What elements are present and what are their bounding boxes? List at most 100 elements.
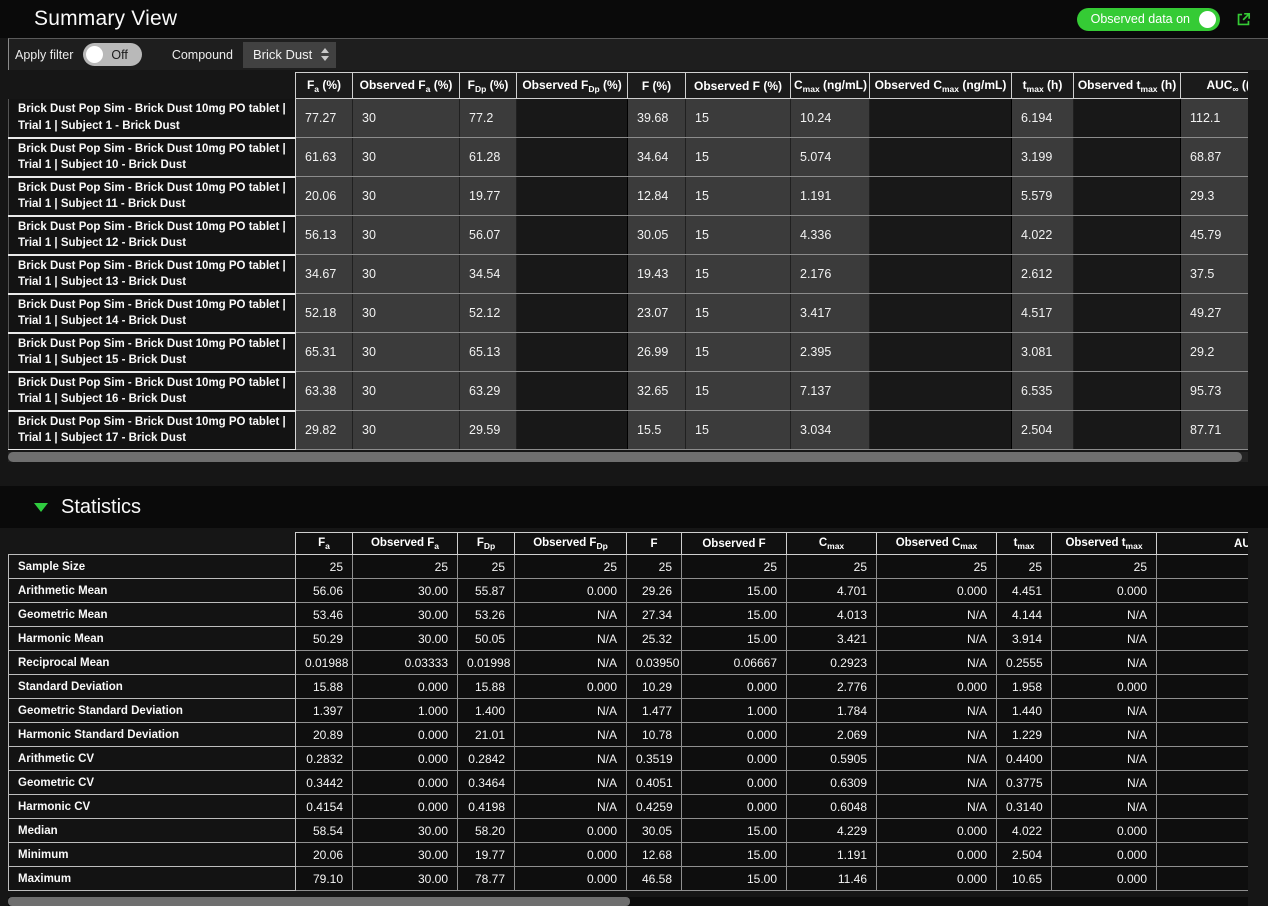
corner-cell — [9, 533, 296, 555]
column-header: AUC∞ ((ng — [1181, 73, 1249, 99]
cell: 19.43 — [628, 255, 686, 294]
cell: 0.000 — [877, 819, 997, 843]
cell: 10.29 — [627, 675, 682, 699]
cell — [1074, 216, 1181, 255]
cell: 1.191 — [791, 177, 870, 216]
table-row: Harmonic Standard Deviation20.890.00021.… — [9, 723, 1249, 747]
cell: N/A — [877, 747, 997, 771]
column-header: tmax — [997, 533, 1052, 555]
cell: 56.07 — [460, 216, 517, 255]
cell: 65.31 — [296, 333, 353, 372]
cell: 0.000 — [682, 675, 787, 699]
cell — [870, 99, 1012, 138]
observed-data-toggle-label: Observed data on — [1091, 12, 1190, 26]
cell: 15 — [686, 99, 791, 138]
cell: 30 — [353, 411, 460, 450]
cell: 0.4051 — [627, 771, 682, 795]
cell: 20.06 — [296, 843, 353, 867]
cell: 4.229 — [787, 819, 877, 843]
cell: 0.06667 — [682, 651, 787, 675]
observed-data-toggle[interactable]: Observed data on — [1077, 8, 1220, 31]
cell — [1074, 138, 1181, 177]
cell — [1157, 867, 1249, 891]
row-label: Geometric Standard Deviation — [9, 699, 296, 723]
cell — [1157, 651, 1249, 675]
table-row: Maximum79.1030.0078.770.00046.5815.0011.… — [9, 867, 1249, 891]
cell: N/A — [877, 795, 997, 819]
column-header: Observed FDp (%) — [517, 73, 628, 99]
cell: 0.6048 — [787, 795, 877, 819]
scrollbar-thumb[interactable] — [8, 452, 1242, 462]
cell: 0.4259 — [627, 795, 682, 819]
cell: 1.440 — [997, 699, 1052, 723]
column-header: Observed F (%) — [686, 73, 791, 99]
table-row: Brick Dust Pop Sim - Brick Dust 10mg PO … — [9, 255, 1249, 294]
cell: N/A — [1052, 747, 1157, 771]
cell: 0.000 — [353, 771, 458, 795]
row-label: Standard Deviation — [9, 675, 296, 699]
cell: 15.00 — [682, 627, 787, 651]
cell: 26.99 — [628, 333, 686, 372]
cell — [1157, 795, 1249, 819]
cell — [517, 372, 628, 411]
cell: 10.78 — [627, 723, 682, 747]
cell: 4.022 — [1012, 216, 1074, 255]
cell: 30 — [353, 216, 460, 255]
table-row: Harmonic CV0.41540.0000.4198N/A0.42590.0… — [9, 795, 1249, 819]
cell: 30 — [353, 99, 460, 138]
cell: 0.000 — [353, 675, 458, 699]
cell: 4.013 — [787, 603, 877, 627]
cell: 0.000 — [877, 843, 997, 867]
cell: 34.64 — [628, 138, 686, 177]
cell: 3.914 — [997, 627, 1052, 651]
cell: 29.3 — [1181, 177, 1249, 216]
row-label: Median — [9, 819, 296, 843]
statistics-header[interactable]: Statistics — [0, 486, 1268, 528]
cell — [870, 333, 1012, 372]
cell: 2.504 — [997, 843, 1052, 867]
cell: 20.89 — [296, 723, 353, 747]
column-header: FDp — [458, 533, 515, 555]
cell: 0.3442 — [296, 771, 353, 795]
apply-filter-toggle[interactable]: Off — [83, 43, 141, 66]
cell: 53.26 — [458, 603, 515, 627]
cell: 25 — [877, 555, 997, 579]
cell: 19.77 — [460, 177, 517, 216]
cell: 46.58 — [627, 867, 682, 891]
cell: 27.34 — [627, 603, 682, 627]
cell: 0.000 — [515, 843, 627, 867]
row-label: Brick Dust Pop Sim - Brick Dust 10mg PO … — [9, 411, 296, 450]
statistics-collapse-icon[interactable] — [34, 503, 48, 512]
cell: 0.000 — [877, 675, 997, 699]
cell: 30 — [353, 177, 460, 216]
cell: 0.3775 — [997, 771, 1052, 795]
cell: N/A — [877, 651, 997, 675]
table-row: Brick Dust Pop Sim - Brick Dust 10mg PO … — [9, 333, 1249, 372]
cell — [517, 294, 628, 333]
cell: 30.00 — [353, 627, 458, 651]
spinner-icon — [321, 48, 329, 61]
cell: 0.01998 — [458, 651, 515, 675]
cell: 49.27 — [1181, 294, 1249, 333]
cell: 25 — [787, 555, 877, 579]
cell: 1.229 — [997, 723, 1052, 747]
scrollbar-thumb[interactable] — [8, 897, 630, 906]
cell: 52.12 — [460, 294, 517, 333]
cell: 15.88 — [458, 675, 515, 699]
cell: 4.336 — [791, 216, 870, 255]
cell: N/A — [1052, 651, 1157, 675]
cell: 112.1 — [1181, 99, 1249, 138]
cell: 0.000 — [682, 747, 787, 771]
cell: 5.579 — [1012, 177, 1074, 216]
column-header: AUC — [1157, 533, 1249, 555]
cell: 0.3519 — [627, 747, 682, 771]
cell: 56.13 — [296, 216, 353, 255]
statistics-table-viewport: FaObserved FaFDpObserved FDpFObserved FC… — [8, 532, 1248, 891]
table-row: Harmonic Mean50.2930.0050.05N/A25.3215.0… — [9, 627, 1249, 651]
cell: 0.000 — [682, 771, 787, 795]
cell: 1.397 — [296, 699, 353, 723]
compound-select[interactable]: Brick Dust — [243, 42, 336, 68]
cell: N/A — [515, 795, 627, 819]
cell: 50.29 — [296, 627, 353, 651]
open-in-new-icon[interactable] — [1235, 11, 1252, 28]
